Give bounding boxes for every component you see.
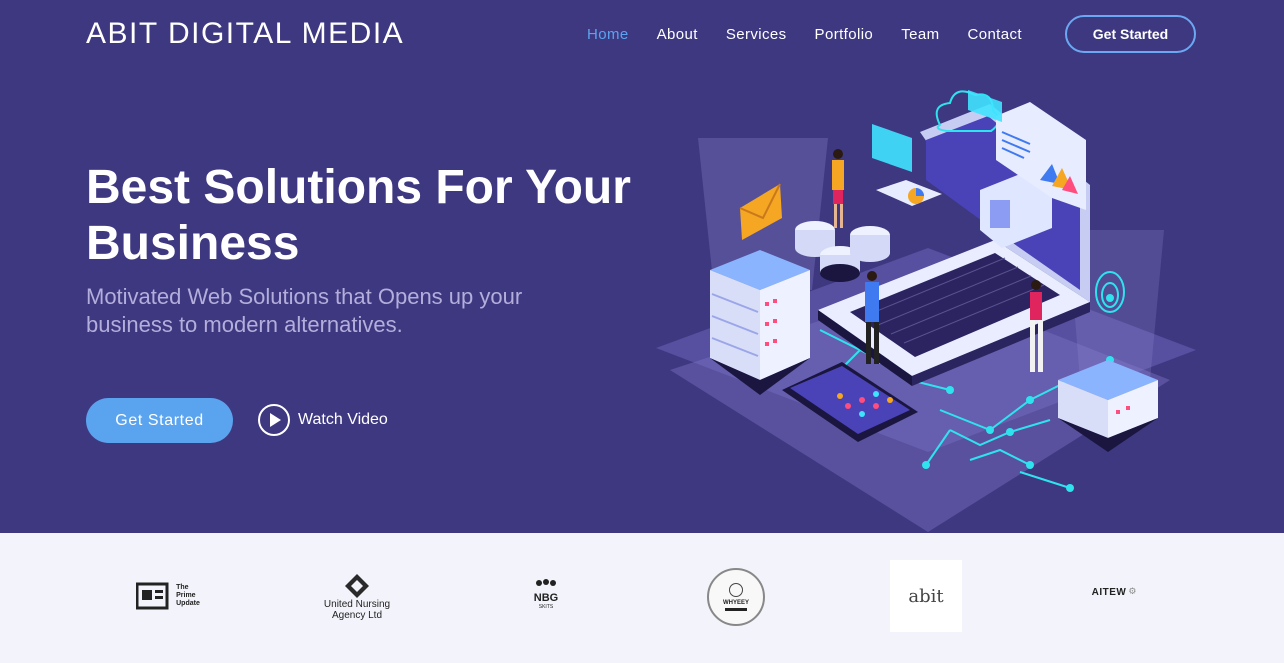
figures-icon <box>536 579 556 586</box>
diamond-logo-icon <box>345 574 369 598</box>
nav-portfolio[interactable]: Portfolio <box>815 26 874 43</box>
client-logo-prime-update: The Prime Update <box>128 578 208 614</box>
nav-home[interactable]: Home <box>587 26 629 43</box>
prime-line-3: Update <box>176 600 200 607</box>
prime-line-2: Prime <box>176 592 196 599</box>
main-nav: Home About Services Portfolio Team Conta… <box>587 26 1050 43</box>
nav-services[interactable]: Services <box>726 26 787 43</box>
watch-video-button[interactable]: Watch Video <box>258 404 388 436</box>
nav-team[interactable]: Team <box>901 26 939 43</box>
client-logo-abit: abit <box>890 560 962 632</box>
client-logo-whyey: WHYEEY <box>706 567 766 627</box>
client-logo-nbg: NBG SKITS <box>528 572 564 616</box>
whyey-label: WHYEEY <box>722 600 749 606</box>
hero-illustration <box>656 90 1196 532</box>
watch-video-label: Watch Video <box>298 411 388 428</box>
nbg-sub: SKITS <box>538 604 554 610</box>
whyey-bar <box>725 608 747 611</box>
play-icon <box>258 404 290 436</box>
abit-label: abit <box>908 585 944 607</box>
nav-about[interactable]: About <box>657 26 698 43</box>
hero-section: ABIT DIGITAL MEDIA Home About Services P… <box>0 0 1284 533</box>
header-get-started-button[interactable]: Get Started <box>1065 15 1196 53</box>
hero-title: Best Solutions For Your Business <box>86 161 631 270</box>
gear-icon: ⚙ <box>1128 587 1137 597</box>
united-nursing-line-1: United Nursing <box>323 599 391 610</box>
hero-get-started-button[interactable]: Get Started <box>86 398 233 443</box>
newspaper-icon <box>136 582 169 610</box>
aitew-label: AITEW <box>1091 586 1127 598</box>
nbg-label: NBG <box>533 592 559 604</box>
whyey-emblem-icon <box>729 583 743 597</box>
hero-subtitle: Motivated Web Solutions that Opens up yo… <box>86 284 523 337</box>
brand-logo[interactable]: ABIT DIGITAL MEDIA <box>86 17 404 51</box>
united-nursing-line-2: Agency Ltd <box>331 610 383 621</box>
client-logo-united-nursing: United Nursing Agency Ltd <box>316 570 398 624</box>
prime-line-1: The <box>176 584 189 591</box>
person-icon <box>832 149 844 228</box>
nav-contact[interactable]: Contact <box>967 26 1022 43</box>
client-logo-aitew: AITEW ⚙ <box>1086 582 1142 602</box>
